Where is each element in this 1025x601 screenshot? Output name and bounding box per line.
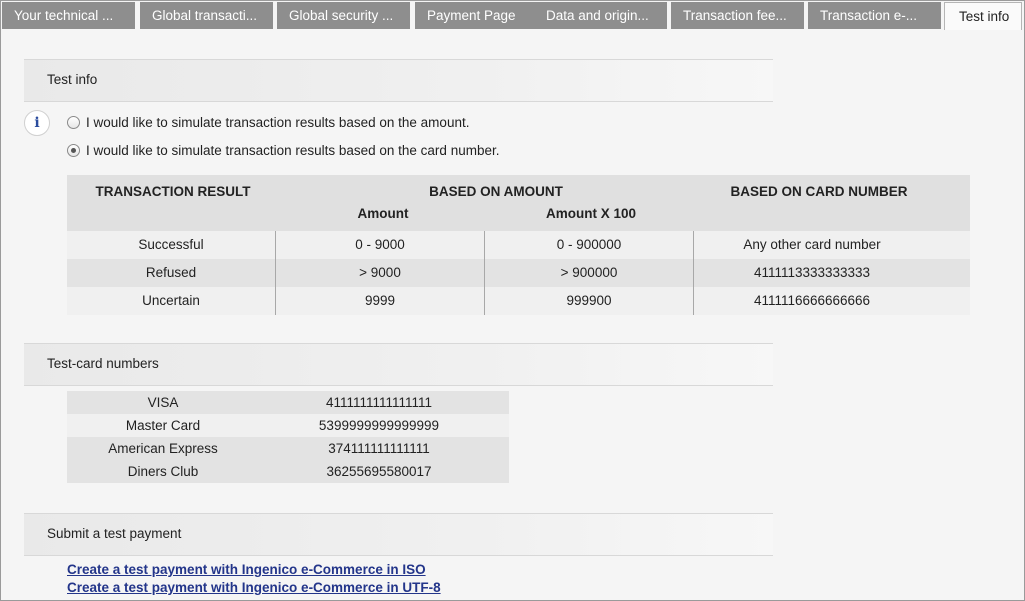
cell-amount: 0 - 9000 [355,237,405,252]
tab-global-transaction[interactable]: Global transacti... [140,2,273,29]
tab-data-origin[interactable]: Data and origin... [534,2,667,29]
link-test-payment-iso[interactable]: Create a test payment with Ingenico e-Co… [67,562,426,577]
header-transaction-result: TRANSACTION RESULT [95,184,251,199]
tab-technical[interactable]: Your technical ... [2,2,135,29]
cell-amount: 9999 [364,293,396,308]
option-amount-label: I would like to simulate transaction res… [86,114,470,130]
section-header-test-cards: Test-card numbers [24,343,773,386]
section-header-submit: Submit a test payment [24,513,773,556]
card-number: 374111111111111 [328,441,430,456]
option-card-label: I would like to simulate transaction res… [86,142,500,158]
radio-amount[interactable] [67,115,80,129]
cell-amount-x100: 0 - 900000 [556,237,622,252]
section-header-test-info: Test info [24,59,773,102]
table-row: Refused > 9000 > 900000 4111113333333333 [67,259,970,287]
window-frame: Your technical ... Global transacti... G… [0,0,1025,601]
cell-card: 4111116666666666 [753,293,871,308]
cell-amount: > 9000 [359,265,401,280]
option-amount[interactable]: I would like to simulate transaction res… [67,113,469,131]
radio-card[interactable] [67,143,80,157]
header-based-on-card: BASED ON CARD NUMBER [730,184,908,199]
list-item: VISA 4111111111111111 [67,391,509,414]
option-card[interactable]: I would like to simulate transaction res… [67,141,499,159]
card-number: 4111111111111111 [325,395,433,410]
cell-amount-x100: > 900000 [560,265,618,280]
info-icon: i [24,110,50,136]
card-name: American Express [108,441,218,456]
results-table: TRANSACTION RESULT BASED ON AMOUNT Amoun… [67,175,970,315]
tab-transaction-fee[interactable]: Transaction fee... [671,2,804,29]
cell-result: Refused [145,265,197,280]
header-amount-x100: Amount X 100 [545,206,637,221]
tab-test-info[interactable]: Test info [944,2,1022,30]
cell-result: Successful [138,237,204,252]
tab-bar: Your technical ... Global transacti... G… [1,1,1025,30]
card-number: 5399999999999999 [318,418,440,433]
card-name: Master Card [125,418,201,433]
tab-payment-page[interactable]: Payment Page [415,2,542,29]
card-name: VISA [147,395,179,410]
header-based-on-amount: BASED ON AMOUNT [429,184,563,199]
table-row: Uncertain 9999 999900 4111116666666666 [67,287,970,315]
tab-transaction-e[interactable]: Transaction e-... [808,2,941,29]
cell-card: Any other card number [743,237,881,252]
cell-result: Uncertain [142,293,200,308]
header-amount: Amount [357,206,409,221]
results-table-header: TRANSACTION RESULT BASED ON AMOUNT Amoun… [67,175,970,231]
cell-amount-x100: 999900 [566,293,612,308]
tab-global-security[interactable]: Global security ... [277,2,410,29]
table-row: Successful 0 - 9000 0 - 900000 Any other… [67,231,970,259]
cell-card: 4111113333333333 [753,265,871,280]
list-item: Master Card 5399999999999999 [67,414,509,437]
card-name: Diners Club [127,464,199,479]
list-item: Diners Club 36255695580017 [67,460,509,483]
list-item: American Express 374111111111111 [67,437,509,460]
link-test-payment-utf8[interactable]: Create a test payment with Ingenico e-Co… [67,580,441,595]
card-number: 36255695580017 [326,464,432,479]
